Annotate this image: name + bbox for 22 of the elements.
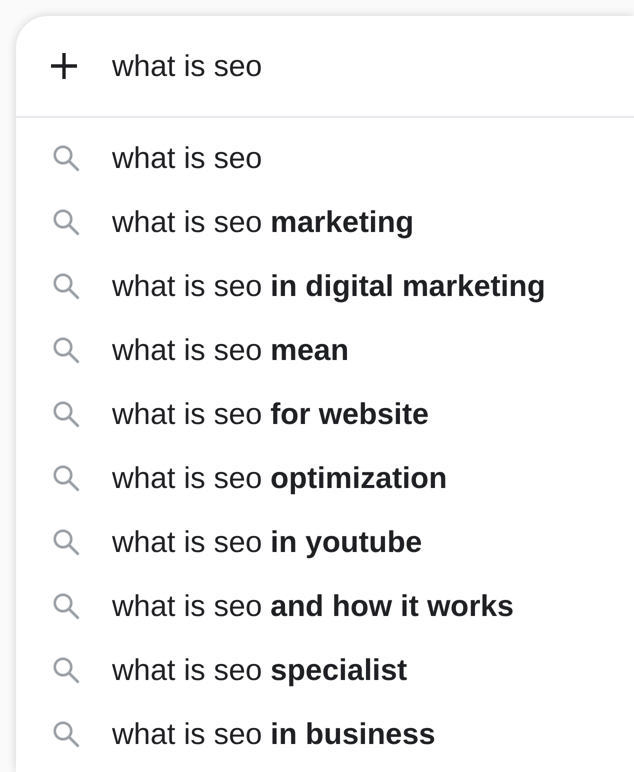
- search-icon: [52, 656, 80, 684]
- suggestion-item[interactable]: what is seo for website: [16, 382, 441, 446]
- search-icon: [52, 144, 80, 172]
- plus-icon[interactable]: [49, 51, 79, 81]
- search-icon: [52, 208, 80, 236]
- search-icon: [52, 336, 80, 364]
- suggestion-item[interactable]: what is seo optimization: [16, 446, 460, 510]
- suggestion-item[interactable]: what is seo and how it works: [16, 574, 526, 638]
- search-icon: [52, 720, 80, 748]
- search-icon: [52, 272, 80, 300]
- search-icon: [52, 400, 80, 428]
- suggestion-item[interactable]: what is seo in digital marketing: [16, 254, 558, 318]
- suggestion-item[interactable]: what is seo: [16, 126, 274, 190]
- search-field[interactable]: what is seo: [112, 44, 552, 88]
- suggestion-item[interactable]: what is seo marketing: [16, 190, 426, 254]
- suggestion-item[interactable]: what is seo specialist: [16, 638, 420, 702]
- suggestion-item[interactable]: what is seo mean: [16, 318, 361, 382]
- suggestion-item[interactable]: what is seo in youtube: [16, 510, 434, 574]
- suggestion-item[interactable]: what is seo in business: [16, 702, 448, 766]
- search-icon: [52, 528, 80, 556]
- search-icon: [52, 464, 80, 492]
- search-icon: [52, 592, 80, 620]
